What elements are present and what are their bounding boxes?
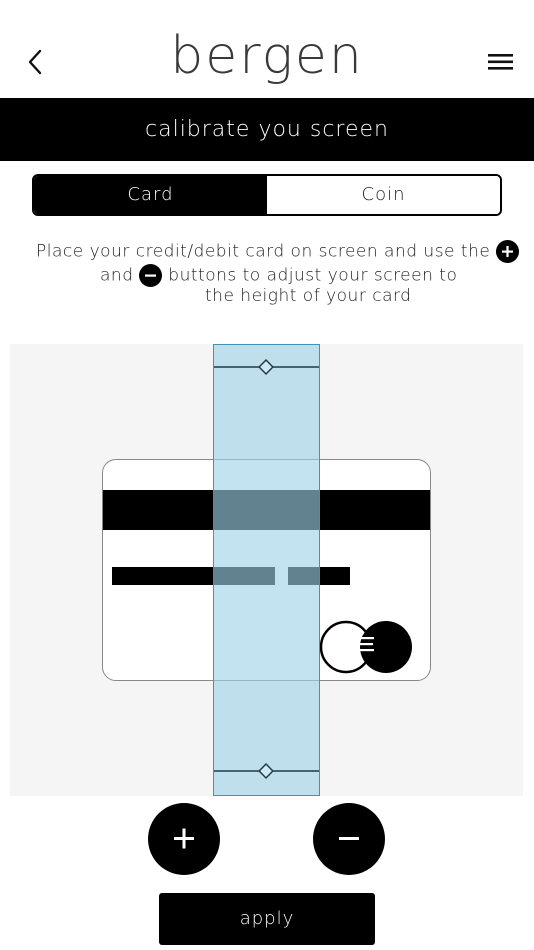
- hamburger-menu-icon: [488, 54, 513, 70]
- instructions-part3: buttons to adjust your screen to: [168, 265, 458, 286]
- brand-logo: bergen: [170, 26, 364, 86]
- instructions-part1: Place your credit/debit card on screen a…: [36, 241, 491, 262]
- calibration-mode-tabs: Card Coin: [32, 174, 502, 216]
- apply-button[interactable]: apply: [159, 893, 375, 945]
- instructions-part2: and: [100, 265, 134, 286]
- top-resize-handle[interactable]: [214, 357, 319, 377]
- menu-button[interactable]: [486, 48, 516, 76]
- card-network-logo-icon: [319, 620, 412, 674]
- page-title: calibrate you screen: [0, 98, 534, 161]
- tab-card[interactable]: Card: [34, 176, 267, 214]
- tab-coin[interactable]: Coin: [267, 176, 500, 214]
- calibration-band[interactable]: [213, 344, 320, 796]
- minus-circle-icon: [139, 264, 163, 287]
- app-header: bergen: [0, 0, 534, 98]
- calibration-area: [10, 344, 523, 796]
- bottom-resize-handle[interactable]: [214, 761, 319, 781]
- decrease-button[interactable]: [313, 803, 385, 875]
- instructions-part4: the height of your card: [205, 286, 412, 306]
- plus-circle-icon: [496, 240, 520, 263]
- plus-icon: [174, 828, 194, 849]
- minus-icon: [339, 837, 359, 840]
- increase-button[interactable]: [148, 803, 220, 875]
